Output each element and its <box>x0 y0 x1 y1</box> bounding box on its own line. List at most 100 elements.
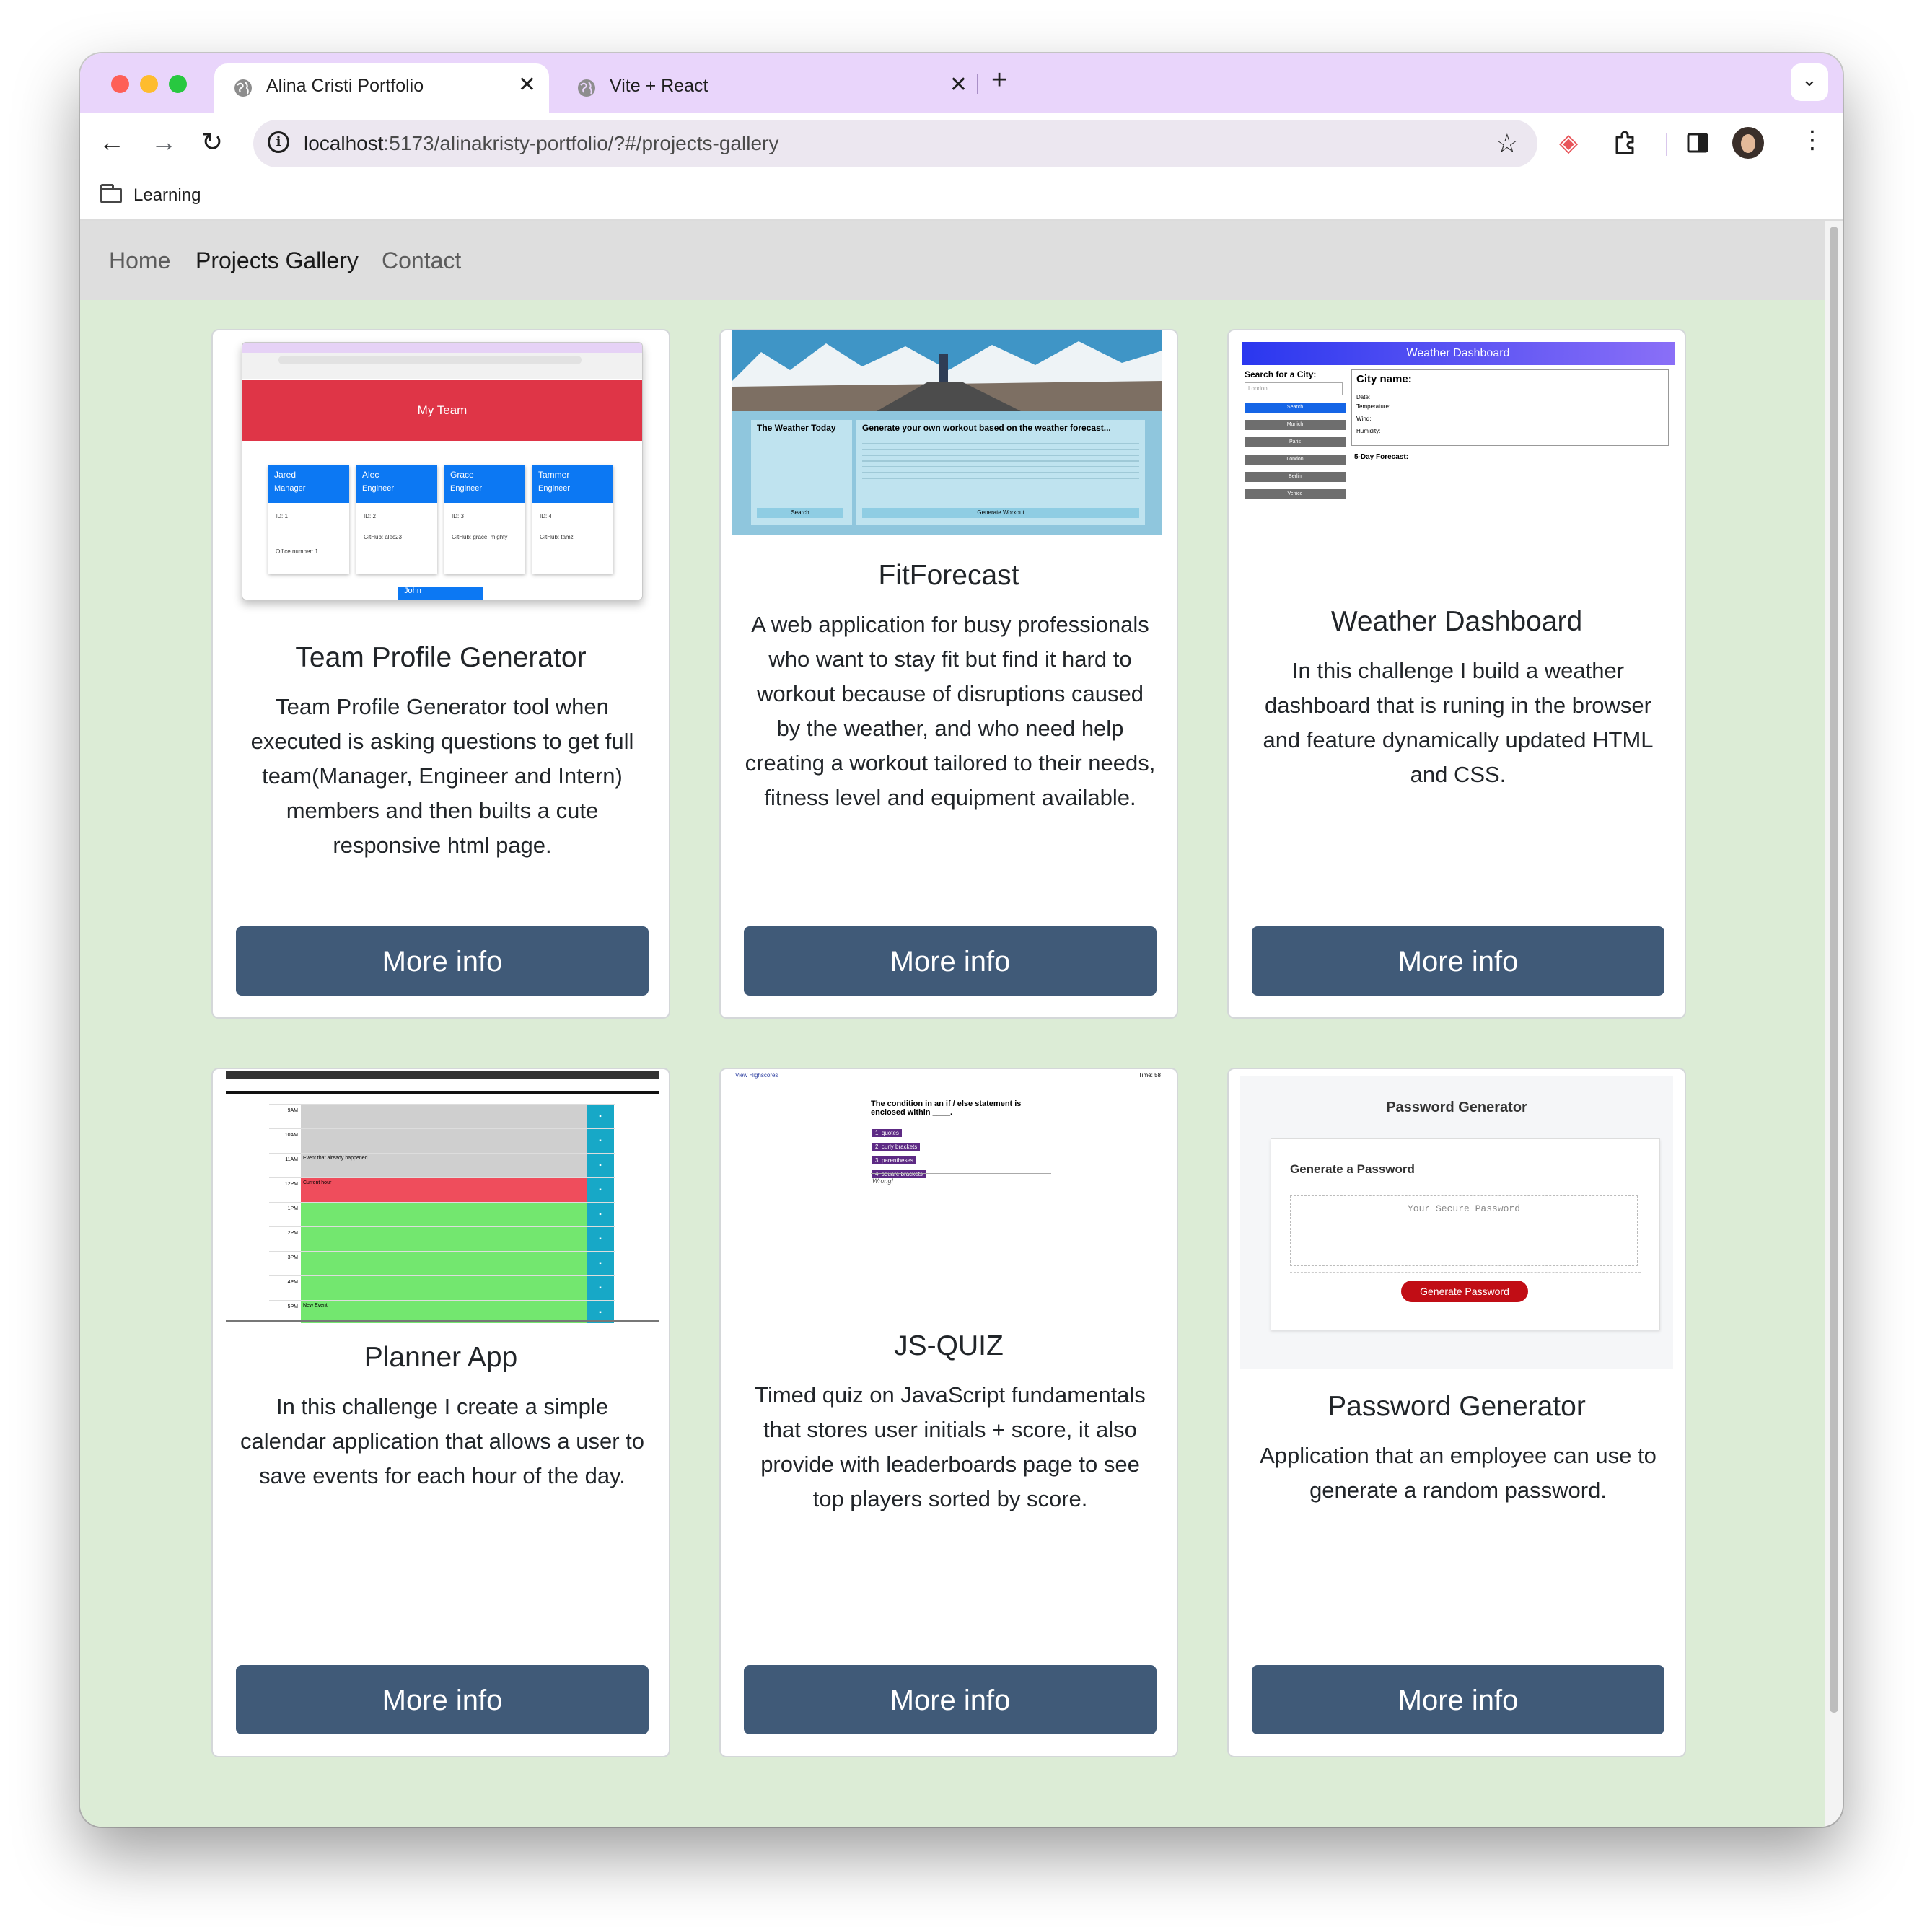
forward-arrow-icon[interactable]: → <box>151 127 177 157</box>
scrollbar-thumb[interactable] <box>1830 227 1838 1713</box>
side-panel-icon[interactable] <box>1686 131 1709 154</box>
more-menu-icon[interactable]: ⋮ <box>1800 126 1825 154</box>
more-info-button[interactable]: More info <box>236 926 649 996</box>
project-card-js-quiz: View Highscores Time: 58 The condition i… <box>719 1068 1178 1757</box>
member-card: Tammer Engineer ID: 4 GitHub: tamz <box>532 465 613 574</box>
project-description: A web application for busy professionals… <box>745 612 1156 810</box>
thumb-next-member: John <box>398 587 483 600</box>
member-role: Manager <box>274 484 306 493</box>
nav-link-projects-gallery[interactable]: Projects Gallery <box>196 247 359 274</box>
more-info-button[interactable]: More info <box>236 1665 649 1734</box>
site-info-icon[interactable]: i <box>268 131 289 153</box>
new-tab-button[interactable]: + <box>991 65 1007 96</box>
planner-hour: 11AM <box>285 1157 298 1162</box>
project-title: Password Generator <box>1328 1391 1586 1422</box>
project-card-weather-dashboard: Weather Dashboard Search for a City: Lon… <box>1227 329 1686 1019</box>
thumb-tab-strip <box>242 343 642 353</box>
extensions-puzzle-icon[interactable] <box>1612 130 1638 156</box>
more-info-button[interactable]: More info <box>1252 926 1664 996</box>
thumb-member-cards: Jared Manager ID: 1 Office number: 1 Ale… <box>268 465 615 574</box>
thumb-subheader: Generate a Password <box>1290 1162 1415 1176</box>
planner-hour: 12PM <box>284 1182 298 1187</box>
quiz-question: The condition in an if / else statement … <box>871 1099 1022 1117</box>
extension-icon[interactable]: ◈ <box>1559 128 1578 157</box>
project-card-planner: 9AM ▪ 10AM ▪ 11AM Event that already happened… <box>211 1068 670 1757</box>
project-thumbnail: 9AM ▪ 10AM ▪ 11AM Event that already happened… <box>226 1071 659 1323</box>
member-id: ID: 1 <box>276 513 288 519</box>
close-tab-icon[interactable]: ✕ <box>518 72 536 97</box>
city-search-label: Search for a City: <box>1245 369 1317 379</box>
planner-event <box>301 1203 587 1226</box>
project-title: Planner App <box>364 1342 518 1373</box>
save-icon: ▪ <box>587 1252 614 1275</box>
member-card-head: Grace Engineer <box>444 465 525 503</box>
url-text[interactable]: localhost:5173/alinakristy-portfolio/?#/… <box>304 132 778 155</box>
planner-row: 10AM ▪ <box>269 1128 615 1153</box>
save-icon: ▪ <box>587 1276 614 1300</box>
weather-search-button: Search <box>757 508 843 518</box>
reload-icon[interactable]: ↻ <box>201 127 223 157</box>
city-search-input: London <box>1245 382 1343 395</box>
address-bar[interactable]: i localhost:5173/alinakristy-portfolio/?… <box>253 120 1537 167</box>
quiz-answers: 1. quotes 2. curly brackets 3. parenthes… <box>872 1125 926 1180</box>
history-city: Munich <box>1245 420 1346 430</box>
tab-alina-portfolio[interactable]: Alina Cristi Portfolio ✕ <box>214 63 549 113</box>
back-arrow-icon[interactable]: ← <box>99 127 125 157</box>
member-id: ID: 4 <box>540 513 552 519</box>
save-icon: ▪ <box>587 1129 614 1153</box>
chevron-down-icon: ⌄ <box>1802 69 1817 90</box>
bookmark-star-icon[interactable]: ☆ <box>1496 128 1519 159</box>
project-title: Weather Dashboard <box>1330 606 1583 637</box>
planner-row: 1PM ▪ <box>269 1202 615 1226</box>
scrollbar[interactable] <box>1825 221 1843 1827</box>
weather-field: Temperature: <box>1356 403 1391 410</box>
thumb-divider <box>226 1091 659 1094</box>
globe-icon <box>578 79 595 97</box>
member-role: Engineer <box>538 484 571 493</box>
close-tab-icon[interactable]: ✕ <box>949 72 967 97</box>
thumb-header: Password Generator <box>1386 1099 1527 1115</box>
minimize-window-button[interactable] <box>140 75 158 93</box>
folder-icon <box>100 184 122 203</box>
project-thumbnail: The Weather Today Search Generate your o… <box>732 330 1162 535</box>
close-window-button[interactable] <box>111 75 129 93</box>
profile-avatar[interactable] <box>1732 127 1764 159</box>
more-info-button[interactable]: More info <box>1252 1665 1664 1734</box>
member-card-head: Jared Manager <box>268 465 349 503</box>
workout-lines <box>862 439 1139 482</box>
page-viewport: Home Projects Gallery Contact My Team Ja… <box>80 221 1825 1827</box>
member-card: Jared Manager ID: 1 Office number: 1 <box>268 465 349 574</box>
tab-strip: Alina Cristi Portfolio ✕ Vite + React ✕ … <box>80 53 1843 113</box>
forecast-label: 5-Day Forecast: <box>1354 453 1409 461</box>
member-role: Engineer <box>362 484 395 493</box>
project-title: FitForecast <box>878 560 1019 591</box>
site-navbar: Home Projects Gallery Contact <box>80 221 1825 300</box>
more-info-button[interactable]: More info <box>744 1665 1157 1734</box>
bookmark-label: Learning <box>133 185 201 205</box>
tab-divider <box>977 74 978 94</box>
zoom-window-button[interactable] <box>169 75 187 93</box>
more-info-button[interactable]: More info <box>744 926 1157 996</box>
save-icon: ▪ <box>587 1178 614 1202</box>
tab-search-button[interactable]: ⌄ <box>1791 63 1828 101</box>
workout-heading: Generate your own workout based on the w… <box>862 423 1111 433</box>
member-name: Tammer <box>538 470 570 480</box>
quiz-feedback: Wrong! <box>872 1177 894 1185</box>
history-city: Venice <box>1245 489 1346 499</box>
weather-field: Wind: <box>1356 416 1372 422</box>
thumb-rule <box>1290 1272 1641 1273</box>
member-id: ID: 3 <box>452 513 464 519</box>
history-city: Berlin <box>1245 472 1346 482</box>
current-weather-box: City name: Date: Temperature: Wind: Humi… <box>1351 369 1669 446</box>
member-name: Alec <box>362 470 379 480</box>
nav-link-contact[interactable]: Contact <box>382 247 461 274</box>
project-description: Team Profile Generator tool when execute… <box>250 694 634 858</box>
url-host: localhost <box>304 132 384 154</box>
planner-event <box>301 1105 587 1128</box>
tab-title: Vite + React <box>610 76 708 96</box>
nav-link-home[interactable]: Home <box>109 247 170 274</box>
member-card-head: Alec Engineer <box>356 465 437 503</box>
tab-vite-react[interactable]: Vite + React ✕ <box>558 63 980 113</box>
member-extra: Office number: 1 <box>276 548 318 555</box>
city-search-button: Search <box>1245 403 1346 413</box>
